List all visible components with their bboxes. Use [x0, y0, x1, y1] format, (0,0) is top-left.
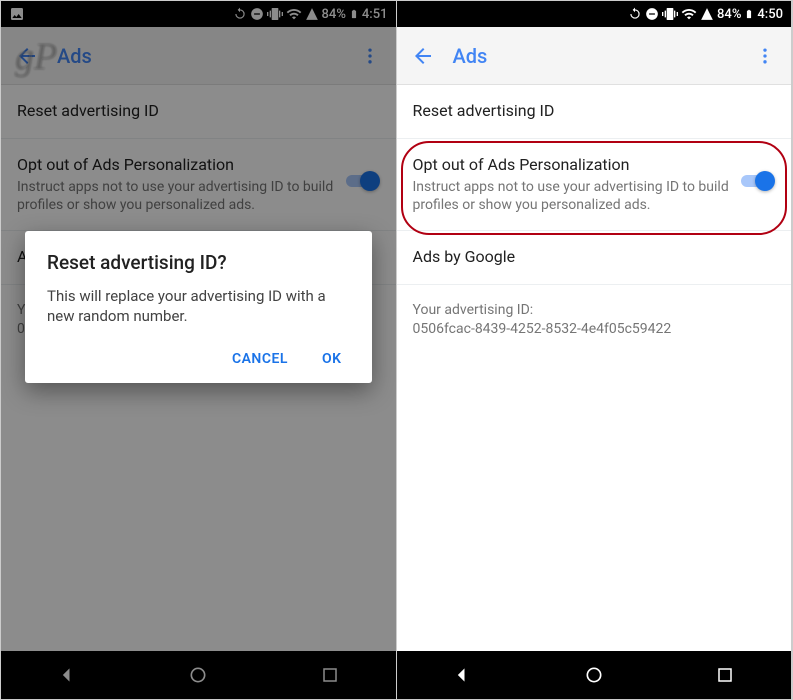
battery-icon	[349, 6, 359, 22]
dialog-title: Reset advertising ID?	[47, 251, 350, 274]
nav-back-button[interactable]	[37, 651, 97, 699]
arrow-back-icon	[411, 44, 435, 68]
nav-back-icon	[57, 665, 77, 685]
setting-title: Reset advertising ID	[413, 101, 776, 122]
dnd-icon	[645, 7, 659, 21]
nav-back-icon	[452, 665, 472, 685]
status-bar: 84% 4:51	[1, 1, 396, 27]
nav-recents-icon	[716, 666, 734, 684]
sim-none-icon	[700, 7, 714, 21]
setting-ads-by-google[interactable]: Ads by Google	[397, 231, 792, 285]
battery-pct: 84%	[322, 7, 346, 22]
setting-title: Opt out of Ads Personalization	[17, 155, 334, 176]
arrow-back-icon	[15, 44, 39, 68]
app-bar: Ads	[1, 27, 396, 85]
setting-title: Reset advertising ID	[17, 101, 380, 122]
nav-home-button[interactable]	[564, 651, 624, 699]
navigation-bar	[397, 651, 792, 699]
dialog-ok-button[interactable]: OK	[318, 345, 346, 373]
clock: 4:51	[362, 7, 388, 22]
dialog-cancel-button[interactable]: Cancel	[228, 345, 292, 373]
setting-opt-out[interactable]: Opt out of Ads Personalization Instruct …	[397, 139, 792, 231]
more-vert-icon	[755, 46, 775, 66]
nav-home-button[interactable]	[168, 651, 228, 699]
nav-home-icon	[584, 665, 604, 685]
clock: 4:50	[757, 7, 783, 22]
ad-id-info: Your advertising ID: 0506fcac-8439-4252-…	[397, 285, 792, 356]
nav-back-button[interactable]	[432, 651, 492, 699]
reset-dialog: Reset advertising ID? This will replace …	[25, 231, 372, 383]
status-bar: 84% 4:50	[397, 1, 792, 27]
opt-out-switch[interactable]	[346, 171, 380, 191]
overflow-menu-button[interactable]	[352, 38, 388, 74]
setting-reset-ad-id[interactable]: Reset advertising ID	[397, 85, 792, 139]
phone-right: 84% 4:50 Ads Reset advertising ID Opt ou…	[397, 1, 793, 699]
vibrate-icon	[662, 6, 678, 22]
dialog-body: This will replace your advertising ID wi…	[47, 286, 350, 327]
back-button[interactable]	[9, 38, 45, 74]
sim-none-icon	[305, 7, 319, 21]
battery-pct: 84%	[717, 7, 741, 22]
back-button[interactable]	[405, 38, 441, 74]
more-vert-icon	[360, 46, 380, 66]
nav-recents-button[interactable]	[695, 651, 755, 699]
setting-subtitle: Instruct apps not to use your advertisin…	[413, 178, 730, 214]
nav-recents-icon	[321, 666, 339, 684]
refresh-icon	[628, 7, 642, 21]
opt-out-switch[interactable]	[741, 171, 775, 191]
nav-recents-button[interactable]	[300, 651, 360, 699]
battery-icon	[744, 6, 754, 22]
setting-title: Ads by Google	[413, 247, 776, 268]
ad-id-value: 0506fcac-8439-4252-8532-4e4f05c59422	[413, 320, 776, 340]
settings-content: Reset advertising ID Opt out of Ads Pers…	[397, 85, 792, 651]
wifi-icon	[681, 6, 697, 22]
navigation-bar	[1, 651, 396, 699]
app-bar: Ads	[397, 27, 792, 85]
dnd-icon	[250, 7, 264, 21]
refresh-icon	[233, 7, 247, 21]
phone-left: 84% 4:51 Ads Reset advertising ID Opt ou…	[1, 1, 397, 699]
vibrate-icon	[267, 6, 283, 22]
page-title: Ads	[453, 44, 488, 68]
setting-title: Opt out of Ads Personalization	[413, 155, 730, 176]
setting-opt-out[interactable]: Opt out of Ads Personalization Instruct …	[1, 139, 396, 231]
setting-subtitle: Instruct apps not to use your advertisin…	[17, 178, 334, 214]
page-title: Ads	[57, 44, 92, 68]
image-icon	[9, 6, 25, 22]
wifi-icon	[286, 6, 302, 22]
overflow-menu-button[interactable]	[747, 38, 783, 74]
nav-home-icon	[188, 665, 208, 685]
setting-reset-ad-id[interactable]: Reset advertising ID	[1, 85, 396, 139]
ad-id-label: Your advertising ID:	[413, 301, 776, 321]
